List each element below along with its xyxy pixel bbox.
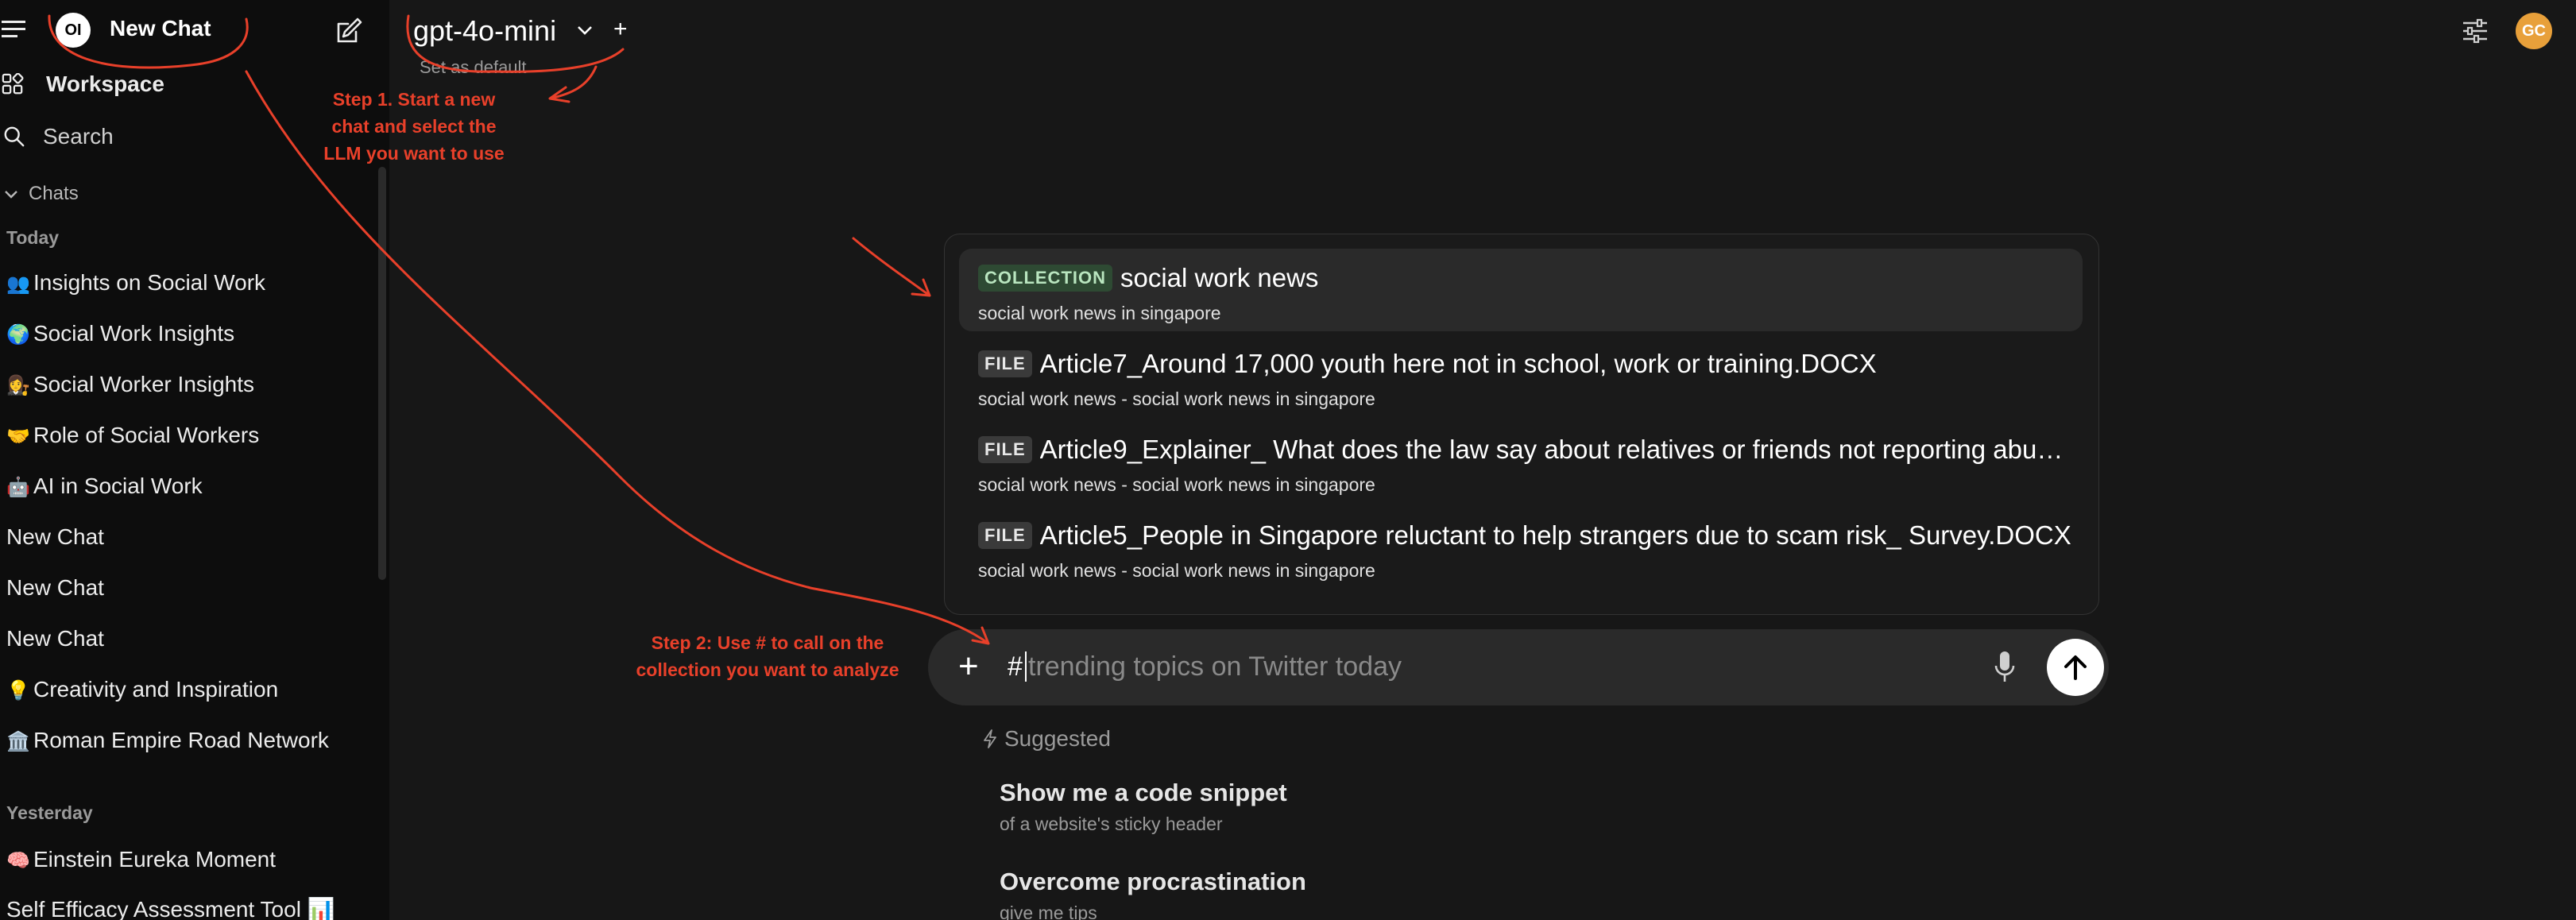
annotation-step2: Step 2: Use # to call on the collection … [636, 632, 899, 680]
annotation-circle-new-chat [48, 14, 249, 69]
annotation-arrow-set-default [548, 65, 598, 103]
annotation-step1: Step 1. Start a new chat and select the … [323, 89, 505, 164]
annotation-circle-model [406, 14, 625, 73]
annotation-arrow-popup [852, 237, 931, 297]
